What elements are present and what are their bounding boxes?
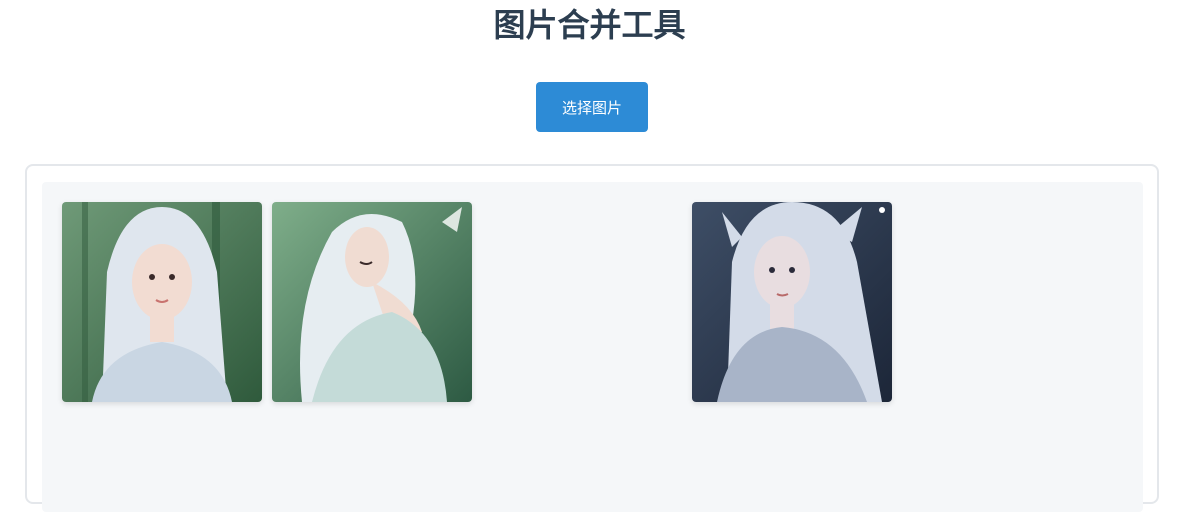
- select-images-button[interactable]: 选择图片: [536, 82, 648, 132]
- elf-portrait-image: [272, 202, 472, 402]
- elf-portrait-image: [62, 202, 262, 402]
- image-thumbnail[interactable]: [272, 202, 472, 402]
- elf-portrait-image: [692, 202, 892, 402]
- page-title: 图片合并工具: [493, 6, 686, 44]
- image-grid: [42, 182, 1143, 512]
- image-thumbnail[interactable]: [62, 202, 262, 402]
- image-thumbnail[interactable]: [692, 202, 892, 402]
- preview-panel: [25, 164, 1159, 512]
